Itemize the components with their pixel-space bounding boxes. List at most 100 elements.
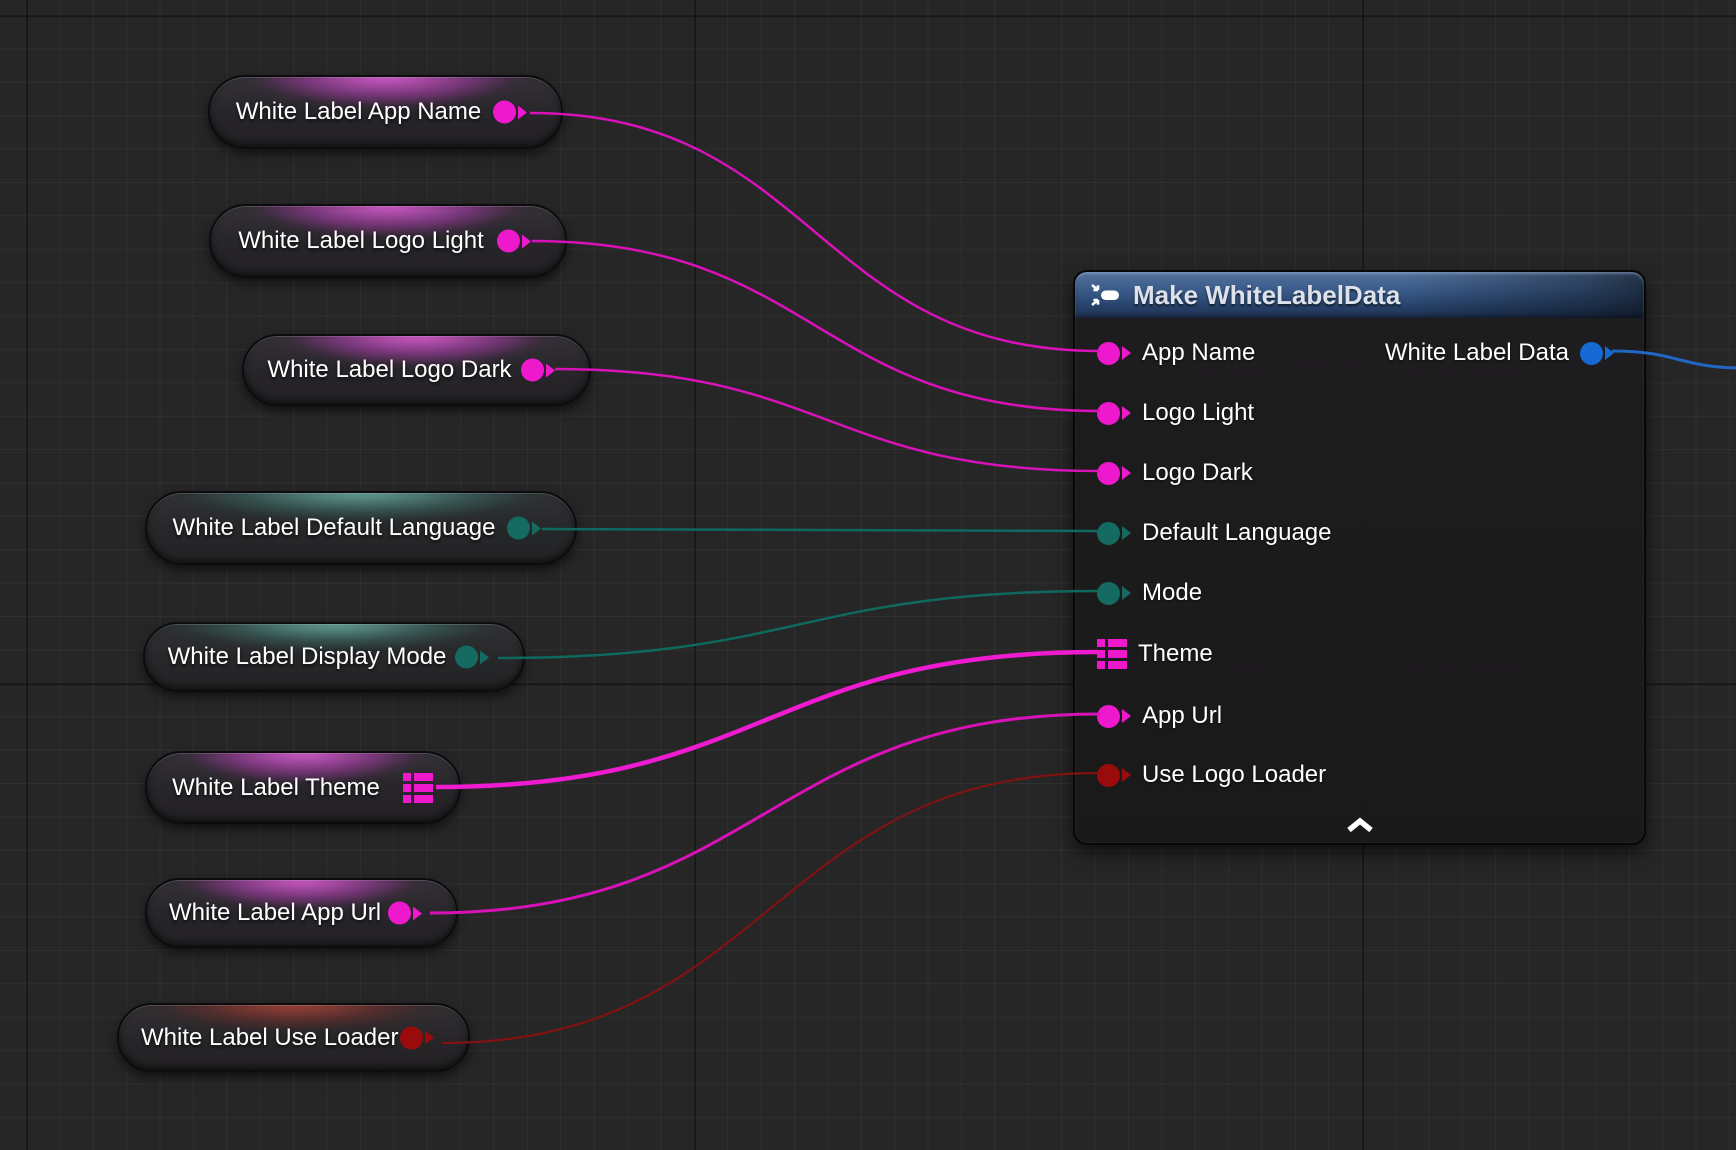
white-label-app-name-pin[interactable]: [493, 101, 527, 124]
pin-wedge-icon: [1122, 466, 1131, 480]
use-logo-loader-pin[interactable]: [1097, 764, 1131, 787]
pin-wedge-icon: [518, 105, 527, 119]
theme-struct-pin-icon[interactable]: [1097, 639, 1127, 669]
variable-node-white-label-logo-light[interactable]: White Label Logo Light: [209, 204, 567, 278]
variable-node-white-label-logo-dark[interactable]: White Label Logo Dark: [242, 334, 591, 406]
variable-node-white-label-app-url[interactable]: White Label App Url: [145, 878, 458, 948]
pin-dot-icon: [400, 1026, 423, 1049]
wire-white-label-theme[interactable]: [436, 652, 1098, 787]
variable-output-pin-wrap[interactable]: [388, 902, 422, 925]
variable-node-white-label-use-loader[interactable]: White Label Use Loader: [117, 1003, 470, 1072]
node-title: Make WhiteLabelData: [1133, 280, 1400, 311]
pin-dot-icon: [1097, 402, 1120, 425]
make-whitelabeldata-node[interactable]: Make WhiteLabelData App Name Logo Light Lo…: [1073, 270, 1646, 845]
pin-wedge-icon: [1122, 526, 1131, 540]
input-row-app-url: App Url: [1075, 696, 1222, 736]
app-url-pin[interactable]: [1097, 705, 1131, 728]
input-row-logo-light: Logo Light: [1075, 393, 1254, 433]
variable-output-pin-wrap[interactable]: [497, 230, 531, 253]
input-row-app-name: App Name: [1075, 333, 1255, 373]
pin-label: Logo Dark: [1142, 459, 1253, 487]
white-label-logo-dark-pin[interactable]: [521, 359, 555, 382]
make-node-header[interactable]: Make WhiteLabelData: [1075, 272, 1644, 318]
variable-output-pin-wrap[interactable]: [400, 1026, 434, 1049]
wire-white-label-app-url[interactable]: [430, 714, 1100, 913]
variable-output-pin-wrap[interactable]: [507, 517, 541, 540]
input-row-theme: Theme: [1075, 634, 1213, 674]
variable-output-pin-wrap[interactable]: [455, 646, 489, 669]
input-row-use-logo-loader: Use Logo Loader: [1075, 755, 1326, 795]
variable-label: White Label App Url: [169, 899, 380, 927]
white-label-theme-struct-pin-icon[interactable]: [403, 773, 433, 803]
input-row-logo-dark: Logo Dark: [1075, 453, 1253, 493]
variable-label: White Label Display Mode: [167, 643, 447, 671]
pin-wedge-icon: [413, 906, 422, 920]
pin-wedge-icon: [1122, 586, 1131, 600]
pin-wedge-icon: [1122, 709, 1131, 723]
pin-dot-icon: [1097, 522, 1120, 545]
pin-dot-icon: [493, 101, 516, 124]
input-row-mode: Mode: [1075, 573, 1202, 613]
white-label-default-language-pin[interactable]: [507, 517, 541, 540]
variable-label: White Label Use Loader: [141, 1024, 392, 1052]
wire-white-label-logo-dark[interactable]: [555, 369, 1100, 471]
variable-output-pin-wrap[interactable]: [521, 359, 555, 382]
pin-dot-icon: [507, 517, 530, 540]
pin-wedge-icon: [522, 234, 531, 248]
wire-white-label-logo-light[interactable]: [532, 241, 1100, 411]
collapse-node-button[interactable]: [1343, 815, 1377, 835]
pin-label: Default Language: [1142, 519, 1332, 547]
pin-wedge-icon: [1122, 768, 1131, 782]
app-name-pin[interactable]: [1097, 342, 1131, 365]
white-label-app-url-pin[interactable]: [388, 902, 422, 925]
make-struct-icon: [1089, 282, 1121, 308]
pin-label: Theme: [1138, 640, 1213, 668]
pin-dot-icon: [388, 902, 411, 925]
variable-label: White Label Logo Light: [233, 227, 489, 255]
wire-white-label-app-name[interactable]: [530, 113, 1100, 351]
white-label-display-mode-pin[interactable]: [455, 646, 489, 669]
pin-wedge-icon: [532, 521, 541, 535]
default-language-pin[interactable]: [1097, 522, 1131, 545]
variable-node-white-label-theme[interactable]: White Label Theme: [145, 751, 461, 824]
pin-dot-icon: [1097, 764, 1120, 787]
wire-white-label-default-language[interactable]: [542, 529, 1100, 531]
pin-label: White Label Data: [1385, 339, 1569, 367]
pin-dot-icon: [521, 359, 544, 382]
output-row-white-label-data: White Label Data: [1385, 333, 1644, 373]
pin-label: Mode: [1142, 579, 1202, 607]
blueprint-graph-canvas[interactable]: Make WhiteLabelData App Name Logo Light Lo…: [0, 0, 1736, 1150]
pin-label: Logo Light: [1142, 399, 1254, 427]
wire-white-label-use-loader[interactable]: [442, 773, 1100, 1043]
white-label-logo-light-pin[interactable]: [497, 230, 531, 253]
pin-dot-icon: [1097, 705, 1120, 728]
pin-dot-icon: [1097, 582, 1120, 605]
variable-node-white-label-default-language[interactable]: White Label Default Language: [145, 491, 577, 565]
logo-light-pin[interactable]: [1097, 402, 1131, 425]
pin-label: Use Logo Loader: [1142, 761, 1326, 789]
pin-wedge-icon: [546, 363, 555, 377]
pin-dot-icon: [497, 230, 520, 253]
pin-wedge-icon: [1122, 406, 1131, 420]
pin-dot-icon: [455, 646, 478, 669]
variable-label: White Label Logo Dark: [266, 356, 513, 384]
variable-output-pin-wrap[interactable]: [493, 101, 527, 124]
logo-dark-pin[interactable]: [1097, 462, 1131, 485]
white-label-use-loader-pin[interactable]: [400, 1026, 434, 1049]
pin-dot-icon: [1097, 462, 1120, 485]
pin-dot-icon: [1097, 342, 1120, 365]
pin-label: App Url: [1142, 702, 1222, 730]
white-label-data-pin[interactable]: [1580, 342, 1614, 365]
variable-label: White Label Default Language: [169, 514, 499, 542]
variable-node-white-label-app-name[interactable]: White Label App Name: [208, 75, 563, 149]
mode-pin[interactable]: [1097, 582, 1131, 605]
pin-label: App Name: [1142, 339, 1255, 367]
pin-wedge-icon: [425, 1031, 434, 1045]
wire-white-label-display-mode[interactable]: [498, 591, 1100, 658]
variable-output-pin-wrap[interactable]: [403, 773, 433, 803]
variable-label: White Label App Name: [232, 98, 485, 126]
pin-wedge-icon: [480, 650, 489, 664]
variable-node-white-label-display-mode[interactable]: White Label Display Mode: [143, 622, 525, 692]
pin-dot-icon: [1580, 342, 1603, 365]
pin-wedge-icon: [1605, 346, 1614, 360]
